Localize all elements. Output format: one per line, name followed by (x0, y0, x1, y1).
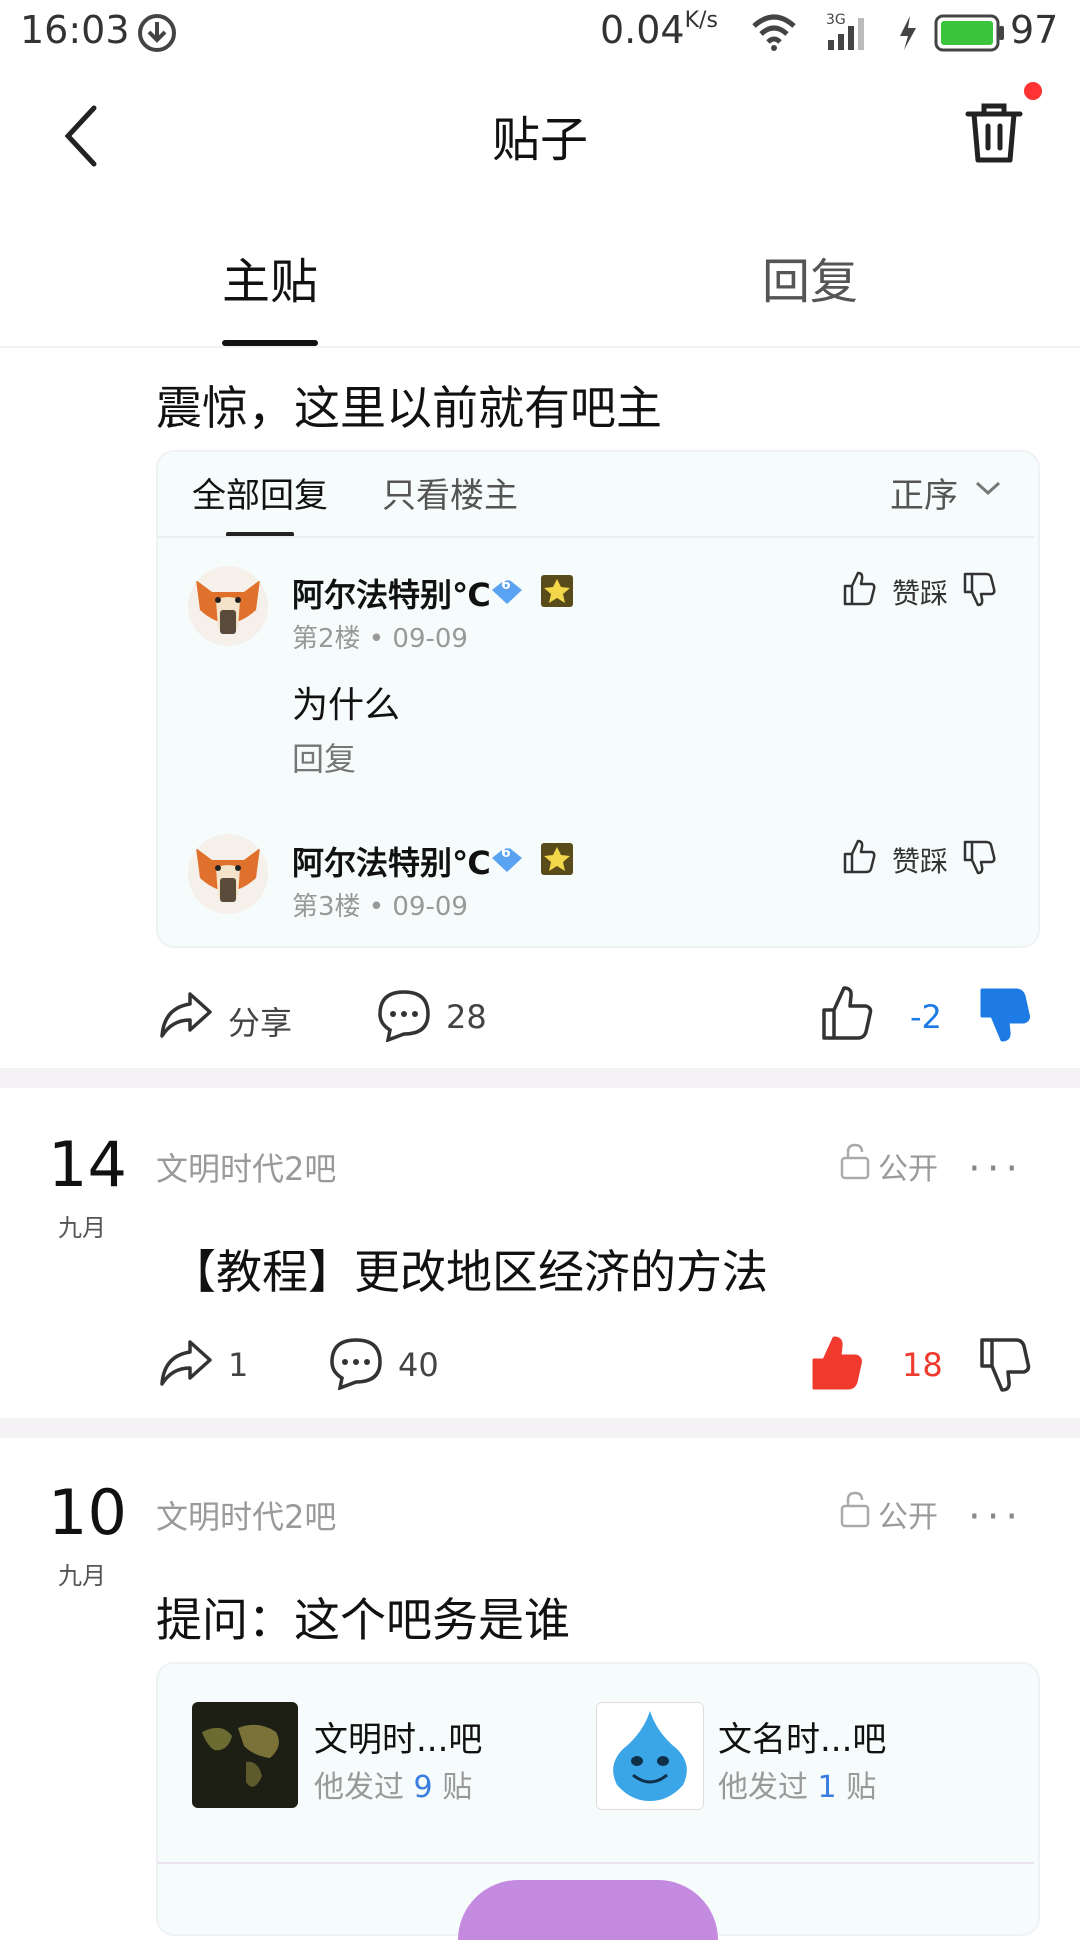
net-speed: 0.04K/s (600, 8, 718, 52)
more-options-icon[interactable]: ··· (968, 1494, 1024, 1540)
forum-name[interactable]: 文明时代2吧 (156, 1492, 336, 1538)
avatar[interactable] (188, 834, 268, 914)
post-date-day: 10 (48, 1476, 127, 1549)
unlock-icon (840, 1491, 870, 1528)
tab-divider (0, 346, 1080, 348)
share-icon[interactable] (158, 990, 214, 1040)
post-date-month: 九月 (58, 1214, 106, 1242)
tab-main-post[interactable]: 主贴 (222, 242, 318, 312)
share-count: 1 (228, 1346, 249, 1384)
user-avatar[interactable] (596, 1702, 704, 1810)
username[interactable]: 阿尔法特别℃ (292, 838, 491, 884)
world-map-avatar-icon (192, 1702, 298, 1808)
level-number: 6 (501, 577, 511, 593)
status-time: 16:03 (20, 8, 130, 52)
reply-link[interactable]: 回复 (292, 734, 356, 780)
thumbs-down-icon[interactable] (962, 840, 996, 876)
post-title[interactable]: 【教程】更改地区经济的方法 (170, 1236, 768, 1302)
visibility-label[interactable]: 公开 (878, 1144, 938, 1188)
vote-count: 18 (902, 1346, 943, 1384)
user-name[interactable]: 文名时...吧 (718, 1712, 886, 1761)
user-avatar[interactable] (192, 1702, 298, 1808)
comment-icon[interactable] (376, 988, 432, 1042)
level-number: 6 (501, 845, 511, 861)
unlock-icon (840, 1143, 870, 1180)
user-post-count: 他发过 9 贴 (314, 1770, 473, 1805)
thumbs-down-filled-icon[interactable] (978, 986, 1032, 1044)
wifi-icon (752, 14, 796, 51)
battery-level: 97 (1010, 8, 1059, 52)
signal-icon (828, 18, 864, 50)
vote-count: -2 (910, 998, 942, 1036)
vote-label: 赞踩 (892, 577, 949, 610)
share-icon[interactable] (158, 1338, 214, 1388)
floor-info: 第2楼 • 09-09 (292, 624, 468, 654)
thumbs-up-icon[interactable] (842, 838, 876, 874)
section-separator (0, 1418, 1080, 1438)
post-title[interactable]: 提问：这个吧务是谁 (156, 1584, 570, 1650)
reply-tab-all[interactable]: 全部回复 (192, 468, 328, 517)
fox-avatar-icon (188, 834, 268, 914)
thumbs-up-icon[interactable] (842, 570, 876, 606)
comment-icon[interactable] (328, 1336, 384, 1390)
chevron-down-icon[interactable] (974, 478, 1002, 498)
post-date-day: 14 (48, 1128, 127, 1201)
notification-dot (1024, 82, 1042, 100)
fox-avatar-icon (188, 566, 268, 646)
thumbs-down-icon[interactable] (962, 572, 996, 608)
member-badge-icon (541, 843, 573, 875)
avatar[interactable] (188, 566, 268, 646)
comment-count: 40 (398, 1346, 439, 1384)
more-options-icon[interactable]: ··· (968, 1146, 1024, 1192)
reply-content: 为什么 (292, 685, 401, 726)
card-divider (158, 1862, 1034, 1864)
sort-order[interactable]: 正序 (890, 468, 958, 517)
page-title: 贴子 (491, 112, 588, 168)
username[interactable]: 阿尔法特别℃ (292, 570, 491, 616)
battery-icon (934, 14, 1004, 52)
vote-label: 赞踩 (892, 845, 949, 878)
tab-replies[interactable]: 回复 (762, 242, 858, 312)
forum-name[interactable]: 文明时代2吧 (156, 1144, 336, 1190)
preview-image (458, 1880, 718, 1940)
share-label[interactable]: 分享 (228, 998, 292, 1044)
post-date-month: 九月 (58, 1562, 106, 1590)
card-divider (158, 536, 1034, 538)
section-separator (0, 1068, 1080, 1088)
thumbs-up-icon[interactable] (820, 984, 874, 1042)
thumbs-up-filled-icon[interactable] (810, 1334, 864, 1392)
member-badge-icon (541, 575, 573, 607)
user-post-count: 他发过 1 贴 (718, 1770, 877, 1805)
status-bar: 16:03 0.04K/s 3G 97 (0, 0, 1080, 66)
thumbs-down-icon[interactable] (978, 1336, 1032, 1394)
user-name[interactable]: 文明时...吧 (314, 1712, 482, 1761)
slime-avatar-icon (597, 1703, 703, 1809)
trash-icon[interactable] (964, 100, 1024, 164)
floor-info: 第3楼 • 09-09 (292, 892, 468, 922)
reply-tab-owner-only[interactable]: 只看楼主 (382, 468, 518, 517)
visibility-label[interactable]: 公开 (878, 1492, 938, 1536)
comment-count: 28 (446, 998, 487, 1036)
download-icon (138, 14, 176, 52)
charging-icon (900, 16, 916, 50)
post-title[interactable]: 震惊，这里以前就有吧主 (156, 372, 662, 438)
